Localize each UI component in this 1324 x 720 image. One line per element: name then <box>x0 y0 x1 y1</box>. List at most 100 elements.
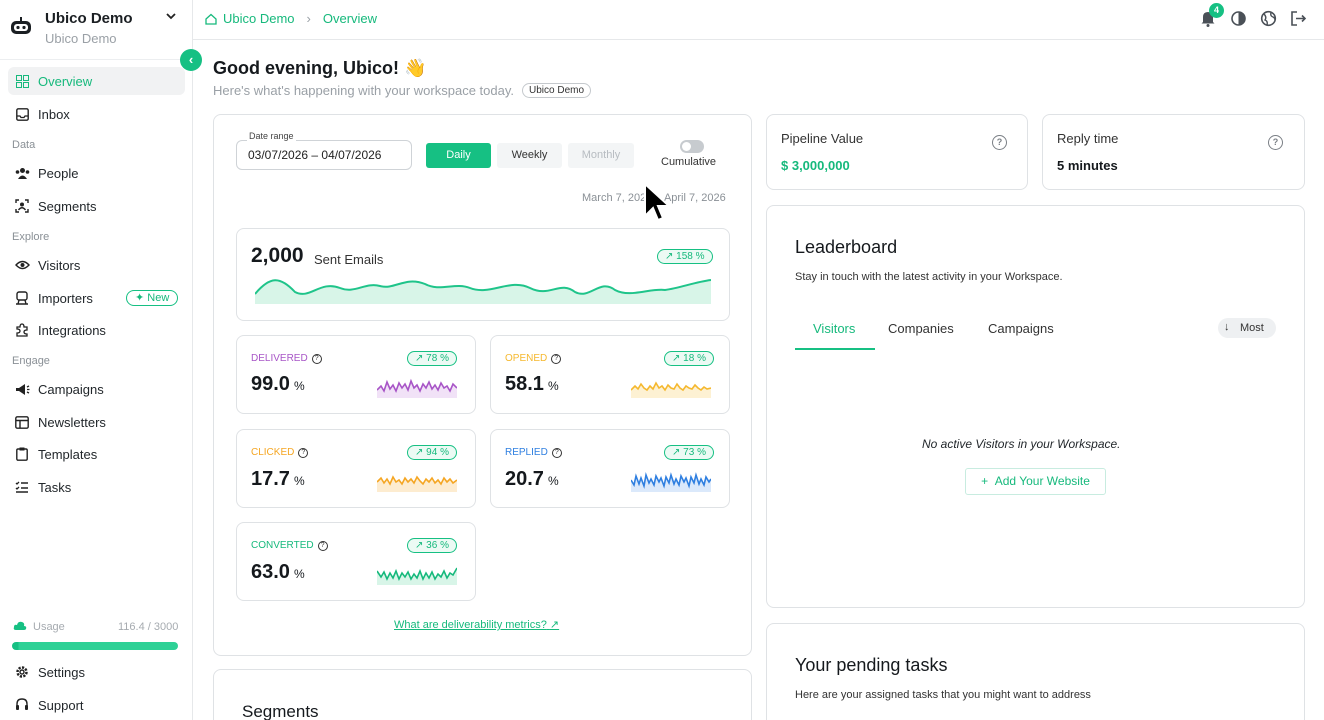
chevron-down-icon[interactable] <box>165 10 177 22</box>
sidebar-item-newsletters[interactable]: Newsletters <box>8 408 185 436</box>
cumulative-toggle[interactable] <box>680 140 704 153</box>
globe-icon <box>1260 10 1277 27</box>
sidebar-item-tasks[interactable]: Tasks <box>8 473 185 501</box>
tab-campaigns[interactable]: Campaigns <box>988 321 1054 336</box>
reply-time-label: Reply time <box>1057 131 1119 146</box>
weekly-button[interactable]: Weekly <box>497 143 562 168</box>
reply-time-value: 5 minutes <box>1057 158 1118 173</box>
gear-icon <box>14 664 30 680</box>
replied-change-badge: ↗ 73 % <box>664 445 714 460</box>
info-icon[interactable]: ? <box>298 447 309 458</box>
sent-change-badge: ↗ 158 % <box>657 249 713 264</box>
replied-change-value: 73 % <box>683 447 706 458</box>
sidebar-item-support[interactable]: Support <box>8 691 185 719</box>
clicked-value: 17.7% <box>251 468 305 491</box>
deliverability-link[interactable]: What are deliverability metrics? ↗ <box>394 618 559 631</box>
replied-sparkline <box>631 472 711 492</box>
cloud-icon <box>13 621 27 630</box>
delivered-value-number: 99.0 <box>251 373 290 395</box>
sidebar-item-label: Templates <box>38 446 98 462</box>
info-icon[interactable]: ? <box>551 447 562 458</box>
pending-tasks-subtitle: Here are your assigned tasks that you mi… <box>795 689 1091 701</box>
usage-progress-bar <box>12 642 178 650</box>
empty-state-message: No active Visitors in your Workspace. <box>922 437 1121 451</box>
language-button[interactable] <box>1260 10 1278 28</box>
sidebar-item-label: Segments <box>38 198 97 214</box>
logout-button[interactable] <box>1290 10 1308 28</box>
mouse-cursor-icon <box>644 182 671 222</box>
breadcrumb-root[interactable]: Ubico Demo <box>223 11 295 26</box>
sidebar-item-inbox[interactable]: Inbox <box>8 100 185 128</box>
leaderboard-subtitle: Stay in touch with the latest activity i… <box>795 271 1063 283</box>
add-website-button[interactable]: + Add Your Website <box>965 468 1106 495</box>
replied-title-text: REPLIED <box>505 447 548 458</box>
sent-change-value: 158 % <box>676 251 705 262</box>
workspace-name: Ubico Demo <box>45 10 133 27</box>
tab-visitors[interactable]: Visitors <box>813 321 855 336</box>
sidebar-item-settings[interactable]: Settings <box>8 658 185 686</box>
clicked-unit: % <box>293 474 305 488</box>
leaderboard-title: Leaderboard <box>795 237 898 257</box>
leaderboard-card <box>766 205 1305 608</box>
date-range-input[interactable]: 03/07/2026 – 04/07/2026 <box>236 140 412 170</box>
opened-unit: % <box>547 379 559 393</box>
sidebar-item-templates[interactable]: Templates <box>8 440 185 468</box>
sidebar-item-label: Inbox <box>38 106 70 122</box>
breadcrumb-current: Overview <box>322 11 378 26</box>
sidebar-item-overview[interactable]: Overview <box>8 67 185 95</box>
info-icon[interactable]: ? <box>317 540 328 551</box>
workspace-switcher[interactable]: Ubico Demo Ubico Demo <box>0 0 192 60</box>
converted-title-text: CONVERTED <box>251 540 314 551</box>
sidebar-item-integrations[interactable]: Integrations <box>8 316 185 344</box>
converted-change-badge: ↗ 36 % <box>407 538 457 553</box>
page-subtitle: Here's what's happening with your worksp… <box>213 83 592 98</box>
external-link-icon: ↗ <box>549 619 560 631</box>
topbar-actions: 4 <box>1200 3 1308 28</box>
sidebar-item-label: Support <box>38 697 84 713</box>
opened-change-value: 18 % <box>683 353 706 364</box>
help-icon[interactable]: ? <box>992 135 1007 150</box>
converted-sparkline <box>377 567 457 585</box>
deliverability-link-text: What are deliverability metrics? <box>394 619 547 631</box>
info-icon[interactable]: ? <box>551 353 562 364</box>
converted-change-value: 36 % <box>426 540 449 551</box>
sidebar-item-label: People <box>38 165 79 181</box>
tab-companies[interactable]: Companies <box>888 321 954 336</box>
tasks-icon <box>14 479 30 495</box>
topbar: Ubico Demo › Overview 4 <box>193 0 1324 40</box>
sidebar-item-label: Newsletters <box>38 414 106 430</box>
daily-button[interactable]: Daily <box>426 143 491 168</box>
sidebar-item-label: Visitors <box>38 257 81 273</box>
notifications-button[interactable]: 4 <box>1200 3 1224 28</box>
breadcrumb: Ubico Demo › Overview <box>205 11 377 26</box>
new-badge-label: New <box>147 292 170 304</box>
sidebar-item-label: Importers <box>38 290 93 306</box>
arrow-down-icon: ↓ <box>1224 321 1230 333</box>
sidebar-item-label: Campaigns <box>38 381 104 397</box>
delivered-title-text: DELIVERED <box>251 353 308 364</box>
theme-toggle-button[interactable] <box>1230 10 1248 28</box>
pipeline-label: Pipeline Value <box>781 131 864 146</box>
delivered-change-value: 78 % <box>426 353 449 364</box>
section-label-engage: Engage <box>12 355 50 367</box>
opened-title: OPENED? <box>505 353 562 364</box>
info-icon[interactable]: ? <box>311 353 322 364</box>
sidebar-item-visitors[interactable]: Visitors <box>8 251 185 279</box>
opened-value: 58.1% <box>505 373 559 396</box>
collapse-sidebar-button[interactable]: ‹ <box>180 49 202 71</box>
help-icon[interactable]: ? <box>1268 135 1283 150</box>
newsletter-icon <box>14 414 30 430</box>
contrast-icon <box>1231 11 1246 26</box>
sidebar-item-people[interactable]: People <box>8 159 185 187</box>
new-badge: ✦ New <box>126 290 179 306</box>
pipeline-value-card <box>766 114 1028 190</box>
date-range-label: Date range <box>247 131 296 141</box>
sidebar-item-segments[interactable]: Segments <box>8 192 185 220</box>
home-icon <box>205 13 217 25</box>
sidebar-item-campaigns[interactable]: Campaigns <box>8 375 185 403</box>
sent-emails-label: Sent Emails <box>314 252 384 267</box>
usage-label: Usage <box>33 621 65 633</box>
eye-icon <box>14 257 30 273</box>
opened-change-badge: ↗ 18 % <box>664 351 714 366</box>
monthly-button[interactable]: Monthly <box>568 143 634 168</box>
